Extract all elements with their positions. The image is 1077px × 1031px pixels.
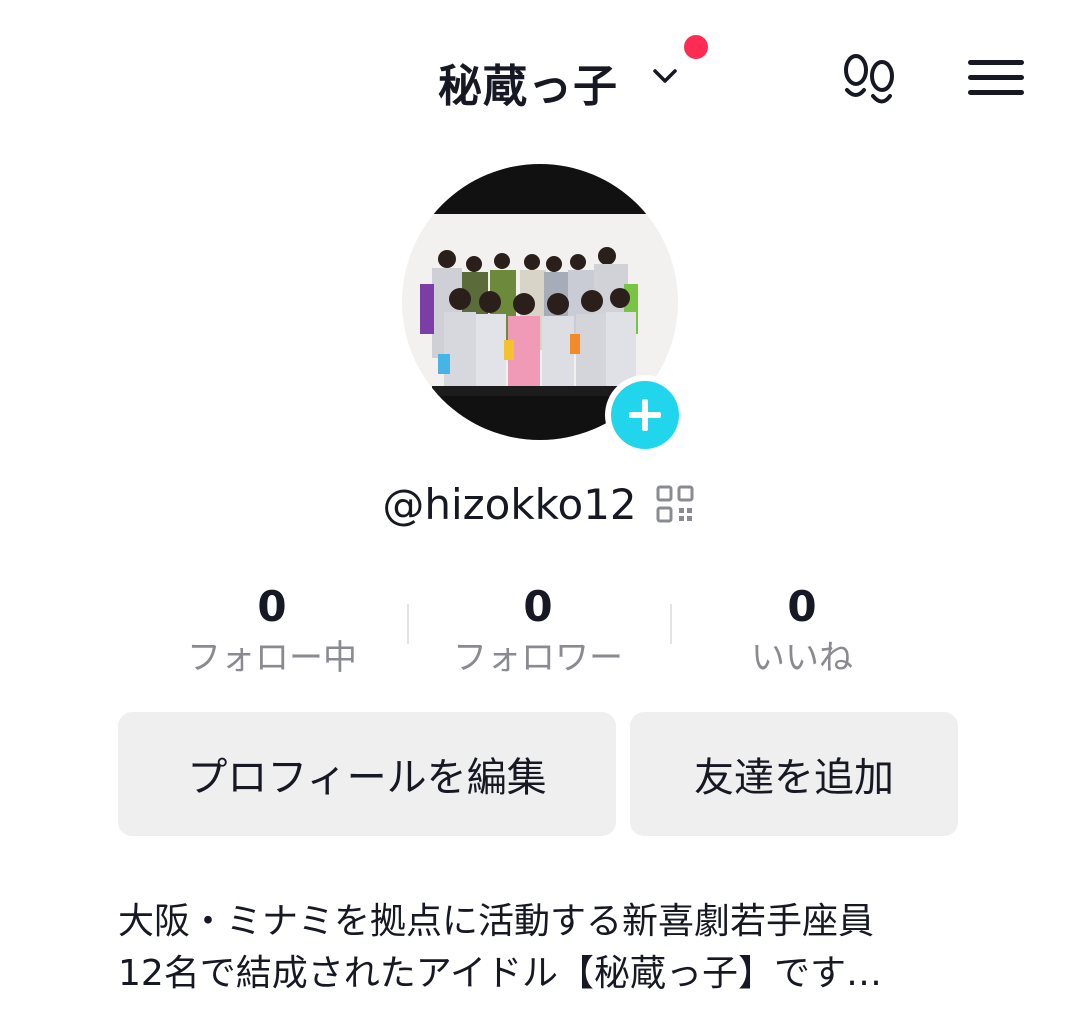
- edit-profile-button[interactable]: プロフィールを編集: [118, 712, 616, 836]
- bio-line: 12名で結成されたアイドル【秘蔵っ子】です…: [118, 953, 883, 994]
- chevron-down-icon[interactable]: [651, 66, 679, 86]
- stat-likes[interactable]: 0 いいね: [672, 580, 932, 680]
- followers-count: 0: [523, 582, 553, 631]
- username: @hizokko12: [382, 479, 637, 529]
- qr-code-icon[interactable]: [655, 484, 695, 524]
- likes-count: 0: [787, 582, 817, 631]
- stat-followers[interactable]: 0 フォロワー: [408, 580, 668, 680]
- add-avatar-button[interactable]: [605, 375, 685, 455]
- likes-label: いいね: [751, 638, 853, 678]
- plus-icon: [611, 381, 679, 449]
- menu-icon[interactable]: [968, 56, 1026, 100]
- following-label: フォロー中: [187, 638, 357, 678]
- following-count: 0: [257, 582, 287, 631]
- profile-stats: 0 フォロー中 0 フォロワー 0 いいね: [142, 580, 935, 680]
- bio-line: 大阪・ミナミを拠点に活動する新喜劇若手座員: [118, 901, 875, 942]
- footprint-icon[interactable]: [838, 50, 902, 110]
- add-friends-button[interactable]: 友達を追加: [630, 712, 958, 836]
- followers-label: フォロワー: [453, 638, 623, 678]
- stat-following[interactable]: 0 フォロー中: [142, 580, 402, 680]
- account-switcher-title[interactable]: 秘蔵っ子: [438, 52, 618, 112]
- bio[interactable]: 大阪・ミナミを拠点に活動する新喜劇若手座員 12名で結成されたアイドル【秘蔵っ子…: [118, 896, 978, 1000]
- notification-dot: [684, 35, 708, 59]
